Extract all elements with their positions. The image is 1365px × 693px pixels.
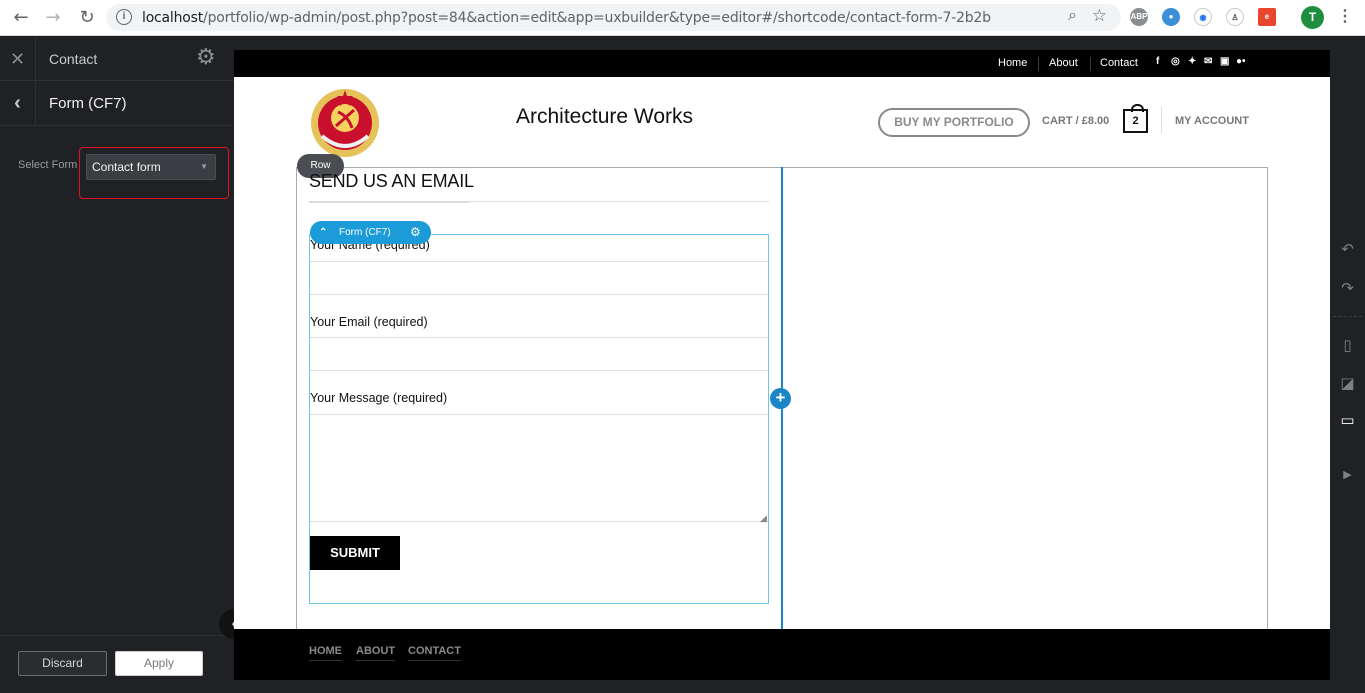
sidebar-footer: Discard Apply [0, 635, 234, 693]
site-footer: HOME ABOUT CONTACT [234, 629, 1330, 680]
cart-link[interactable]: CART / £8.00 [1042, 115, 1109, 127]
play-icon[interactable]: ▶ [1330, 468, 1365, 481]
builder-toolstrip: ↶ ↷ ▯ ◪ ▭ ▶ [1330, 37, 1365, 693]
cart-bag-icon[interactable]: 2 [1123, 104, 1148, 133]
email-field-label: Your Email (required) [310, 315, 428, 329]
topnav-divider [1090, 57, 1091, 71]
resize-handle-icon[interactable]: ◢ [760, 513, 767, 524]
undo-icon[interactable]: ↶ [1330, 240, 1365, 258]
buy-portfolio-button[interactable]: BUY MY PORTFOLIO [878, 108, 1030, 137]
bookmark-star-icon[interactable]: ☆ [1092, 6, 1107, 26]
form-gear-icon[interactable]: ⚙ [410, 221, 421, 244]
zoom-icon[interactable]: ⌕ [1068, 7, 1077, 25]
form-badge-label: Form (CF7) [339, 227, 391, 238]
toolstrip-divider [1333, 316, 1362, 317]
element-title: Form (CF7) [49, 95, 127, 112]
my-account-link[interactable]: MY ACCOUNT [1175, 115, 1249, 127]
header-divider [1161, 107, 1162, 133]
section-heading: SEND US AN EMAIL [309, 171, 474, 191]
site-preview: Home About Contact f ◎ ✦ ✉ ▣ ●• Architec… [234, 50, 1330, 680]
forward-icon[interactable]: → [42, 7, 64, 29]
topnav-about[interactable]: About [1049, 57, 1078, 69]
url-text[interactable]: localhost/portfolio/wp-admin/post.php?po… [142, 10, 991, 26]
twitter-icon[interactable]: ✦ [1188, 56, 1196, 67]
chevron-up-icon[interactable]: ⌃ [319, 221, 327, 244]
sidebar-subheader: ‹ Form (CF7) [0, 81, 234, 126]
footer-link-home[interactable]: HOME [309, 645, 342, 661]
person-extension-icon[interactable]: ♙ [1226, 8, 1244, 26]
linkedin-icon[interactable]: ▣ [1220, 56, 1229, 67]
site-topbar: Home About Contact f ◎ ✦ ✉ ▣ ●• [234, 50, 1330, 77]
flickr-icon[interactable]: ●• [1236, 56, 1246, 67]
topnav-home[interactable]: Home [998, 57, 1027, 69]
site-logo-emblem[interactable] [308, 86, 382, 160]
tablet-icon[interactable]: ◪ [1330, 374, 1365, 392]
sidebar-title: Contact [49, 51, 98, 67]
builder-canvas: Home About Contact f ◎ ✦ ✉ ▣ ●• Architec… [234, 37, 1330, 693]
e-extension-icon[interactable]: e [1258, 8, 1276, 26]
browser-toolbar: ← → ↻ i localhost/portfolio/wp-admin/pos… [0, 0, 1365, 36]
highlight-annotation [79, 147, 229, 199]
message-field-label: Your Message (required) [310, 391, 448, 405]
site-info-icon[interactable]: i [116, 9, 132, 25]
email-icon[interactable]: ✉ [1204, 56, 1212, 67]
reload-icon[interactable]: ↻ [76, 7, 98, 29]
form-badge[interactable]: ⌃ Form (CF7) ⚙ [310, 221, 431, 244]
message-textarea[interactable] [310, 414, 768, 522]
instagram-icon[interactable]: ◎ [1171, 56, 1180, 67]
redo-icon[interactable]: ↷ [1330, 279, 1365, 297]
adblock-extension-icon[interactable]: ABP [1130, 8, 1148, 26]
discard-button[interactable]: Discard [18, 651, 107, 676]
builder-sidebar: ✕ Contact ⚙ ‹ Form (CF7) Select Form Con… [0, 37, 234, 693]
topnav-divider [1038, 57, 1039, 71]
mobile-icon[interactable]: ▯ [1330, 336, 1365, 354]
desktop-icon[interactable]: ▭ [1330, 411, 1365, 429]
sidebar-header: ✕ Contact ⚙ [0, 37, 234, 81]
submit-button[interactable]: SUBMIT [310, 536, 400, 570]
browser-menu-icon[interactable]: ⋮ [1337, 8, 1353, 26]
topnav-contact[interactable]: Contact [1100, 57, 1138, 69]
site-title[interactable]: Architecture Works [516, 105, 693, 129]
email-input[interactable] [310, 337, 768, 371]
back-chevron-icon[interactable]: ‹ [0, 81, 36, 126]
select-form-label: Select Form [18, 159, 78, 171]
eye-extension-icon[interactable]: ◉ [1194, 8, 1212, 26]
heading-underline [309, 201, 769, 203]
apply-button[interactable]: Apply [115, 651, 203, 676]
footer-link-about[interactable]: ABOUT [356, 645, 396, 661]
close-icon[interactable]: ✕ [0, 37, 36, 81]
name-input[interactable] [310, 261, 768, 295]
footer-link-contact[interactable]: CONTACT [408, 645, 461, 661]
globe-extension-icon[interactable]: ● [1162, 8, 1180, 26]
profile-avatar[interactable]: T [1301, 6, 1324, 29]
add-element-button[interactable]: + [770, 388, 791, 409]
address-bar[interactable]: i localhost/portfolio/wp-admin/post.php?… [106, 4, 1121, 31]
facebook-icon[interactable]: f [1156, 56, 1159, 67]
settings-gear-icon[interactable]: ⚙ [196, 45, 216, 70]
back-icon[interactable]: ← [10, 7, 32, 29]
